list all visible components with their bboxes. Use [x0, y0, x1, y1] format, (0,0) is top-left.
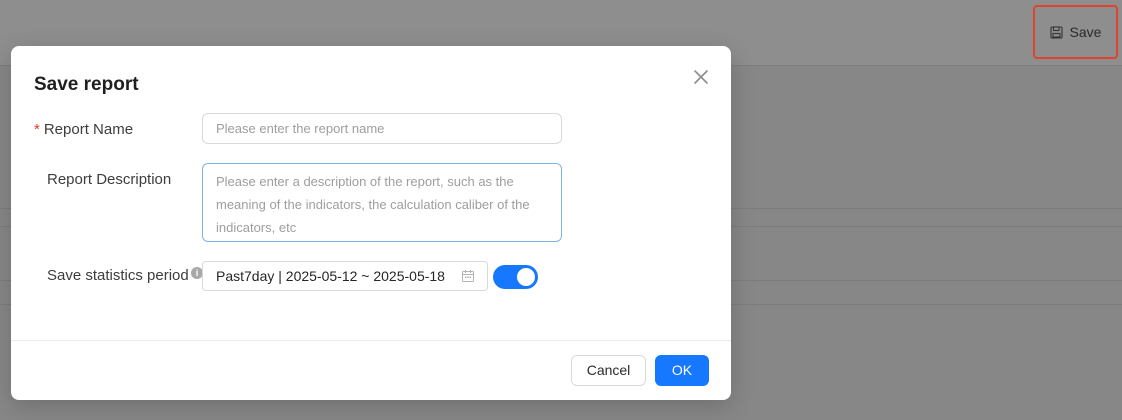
- date-range-picker[interactable]: Past7day | 2025-05-12 ~ 2025-05-18: [202, 261, 488, 291]
- statistics-period-label: Save statistics period: [47, 267, 189, 284]
- report-description-label: Report Description: [47, 171, 172, 188]
- required-mark: *: [34, 121, 40, 138]
- report-name-placeholder: Please enter the report name: [216, 121, 385, 136]
- toggle-knob: [517, 268, 535, 286]
- calendar-icon: [462, 270, 474, 282]
- dialog-title: Save report: [34, 74, 139, 95]
- floppy-disk-icon: [1049, 25, 1063, 39]
- cancel-button[interactable]: Cancel: [571, 355, 646, 386]
- report-description-textarea[interactable]: Please enter a description of the report…: [202, 163, 562, 242]
- ok-button[interactable]: OK: [655, 355, 709, 386]
- report-name-input[interactable]: Please enter the report name: [202, 113, 562, 144]
- save-button-label: Save: [1069, 24, 1102, 40]
- save-button[interactable]: Save: [1033, 5, 1118, 59]
- date-range-value: Past7day | 2025-05-12 ~ 2025-05-18: [216, 268, 445, 284]
- report-name-label: * Report Name: [34, 121, 134, 138]
- report-description-placeholder: Please enter a description of the report…: [216, 174, 530, 235]
- save-report-dialog: Save report * Report Name Please enter th…: [11, 46, 731, 400]
- close-icon[interactable]: [691, 67, 711, 87]
- dialog-footer-divider: [11, 340, 731, 341]
- statistics-period-toggle[interactable]: [493, 265, 538, 289]
